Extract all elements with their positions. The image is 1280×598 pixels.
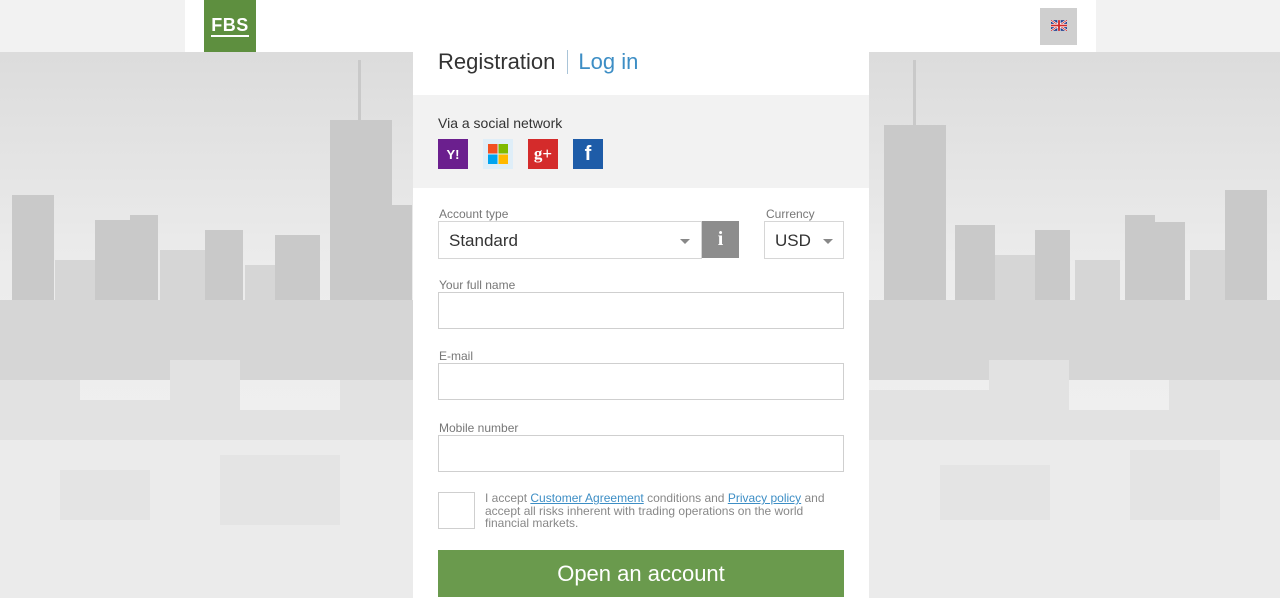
registration-panel: Registration Log in Via a social network… [413, 0, 869, 598]
currency-value: USD [775, 231, 811, 250]
email-field[interactable] [438, 363, 844, 400]
google-glyph: g+ [533, 144, 553, 163]
yahoo-glyph: Y! [446, 146, 460, 162]
chevron-down-icon [680, 239, 690, 244]
facebook-icon[interactable]: f [573, 139, 603, 169]
info-icon: i [717, 228, 724, 250]
account-info-button[interactable]: i [702, 221, 739, 258]
terms-text: I accept Customer Agreement conditions a… [485, 492, 845, 530]
logo-text: FBS [211, 14, 249, 37]
chevron-down-icon [823, 239, 833, 244]
account-type-value: Standard [449, 231, 518, 250]
social-icons-row: Y! g+ f [438, 139, 603, 169]
currency-select[interactable]: USD [764, 221, 844, 259]
open-account-button[interactable]: Open an account [438, 550, 844, 597]
currency-label: Currency [766, 207, 815, 221]
microsoft-icon[interactable] [483, 139, 513, 169]
mobile-field[interactable] [438, 435, 844, 472]
language-selector-button[interactable] [1040, 8, 1077, 45]
social-login-section: Via a social network Y! g+ f [413, 95, 869, 188]
yahoo-icon[interactable]: Y! [438, 139, 468, 169]
full-name-field[interactable] [438, 292, 844, 329]
tab-login[interactable]: Log in [578, 48, 638, 76]
tab-divider [567, 50, 569, 74]
account-type-label: Account type [439, 207, 509, 221]
terms-checkbox[interactable] [438, 492, 475, 529]
full-name-label: Your full name [439, 278, 516, 292]
tab-registration[interactable]: Registration [438, 48, 555, 76]
email-label: E-mail [439, 349, 474, 363]
social-label: Via a social network [438, 115, 563, 131]
account-type-select[interactable]: Standard [438, 221, 702, 259]
mobile-label: Mobile number [439, 421, 519, 435]
auth-tabs: Registration Log in [438, 48, 638, 76]
uk-flag-icon [1049, 18, 1068, 36]
facebook-glyph: f [584, 142, 592, 165]
fbs-logo[interactable]: FBS [204, 0, 256, 52]
google-plus-icon[interactable]: g+ [528, 139, 558, 169]
